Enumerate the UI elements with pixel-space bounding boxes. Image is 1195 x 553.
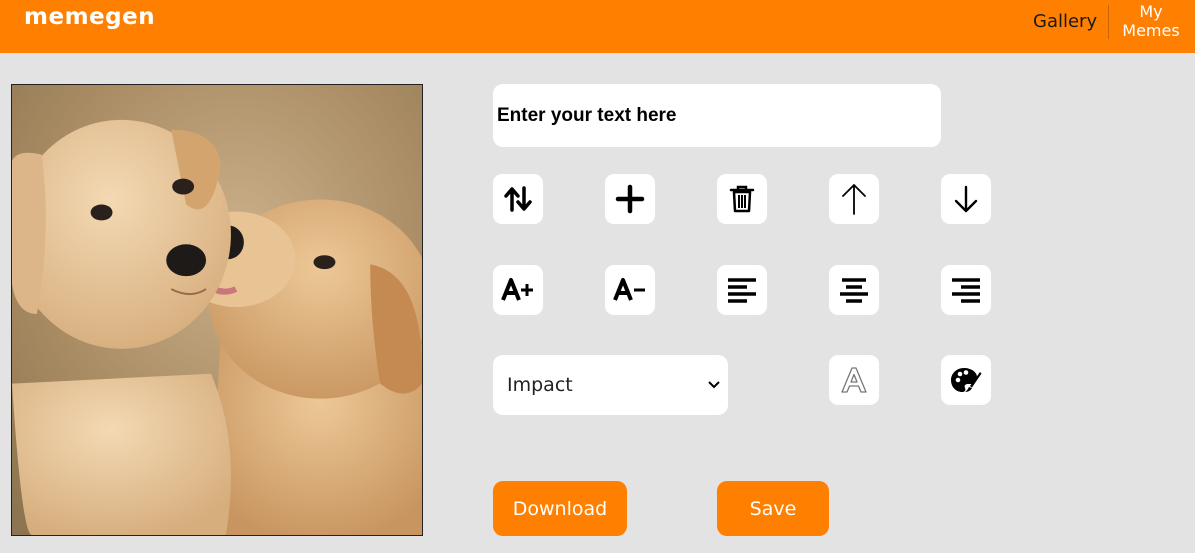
- nav-my-memes-line2: Memes: [1122, 21, 1180, 40]
- nav-gallery-link[interactable]: Gallery: [1033, 11, 1097, 32]
- align-left-icon: [728, 278, 756, 303]
- text-stroke-button[interactable]: [829, 355, 879, 405]
- download-button[interactable]: Download: [493, 481, 627, 536]
- font-increase-icon: [501, 278, 533, 301]
- puppies-image: [12, 85, 422, 535]
- delete-line-button[interactable]: [717, 174, 767, 224]
- font-family-select[interactable]: Impact: [493, 355, 728, 415]
- font-decrease-icon: [613, 278, 645, 301]
- nav-my-memes-line1: My: [1139, 2, 1163, 21]
- increase-font-button[interactable]: [493, 265, 543, 315]
- align-center-button[interactable]: [829, 265, 879, 315]
- trash-icon: [729, 185, 755, 213]
- align-center-icon: [840, 278, 868, 303]
- palette-icon: [951, 368, 982, 392]
- save-button[interactable]: Save: [717, 481, 829, 536]
- top-header: memegen Gallery My Memes: [0, 0, 1195, 53]
- plus-icon: [615, 184, 645, 214]
- meme-canvas[interactable]: [11, 84, 423, 536]
- decrease-font-button[interactable]: [605, 265, 655, 315]
- text-color-button[interactable]: [941, 355, 991, 405]
- meme-text-input[interactable]: [493, 84, 941, 147]
- switch-line-button[interactable]: [493, 174, 543, 224]
- text-stroke-icon: [841, 367, 867, 393]
- move-line-down-button[interactable]: [941, 174, 991, 224]
- swap-vertical-icon: [504, 186, 532, 212]
- align-right-icon: [952, 278, 980, 303]
- font-select-value: Impact: [507, 374, 573, 396]
- move-line-up-button[interactable]: [829, 174, 879, 224]
- arrow-up-icon: [842, 184, 866, 215]
- nav-divider: [1108, 5, 1109, 39]
- app-logo[interactable]: memegen: [24, 4, 155, 30]
- nav-my-memes-link[interactable]: My Memes: [1116, 2, 1186, 40]
- arrow-down-icon: [954, 185, 978, 213]
- add-line-button[interactable]: [605, 174, 655, 224]
- align-right-button[interactable]: [941, 265, 991, 315]
- align-left-button[interactable]: [717, 265, 767, 315]
- chevron-down-icon: [708, 381, 720, 389]
